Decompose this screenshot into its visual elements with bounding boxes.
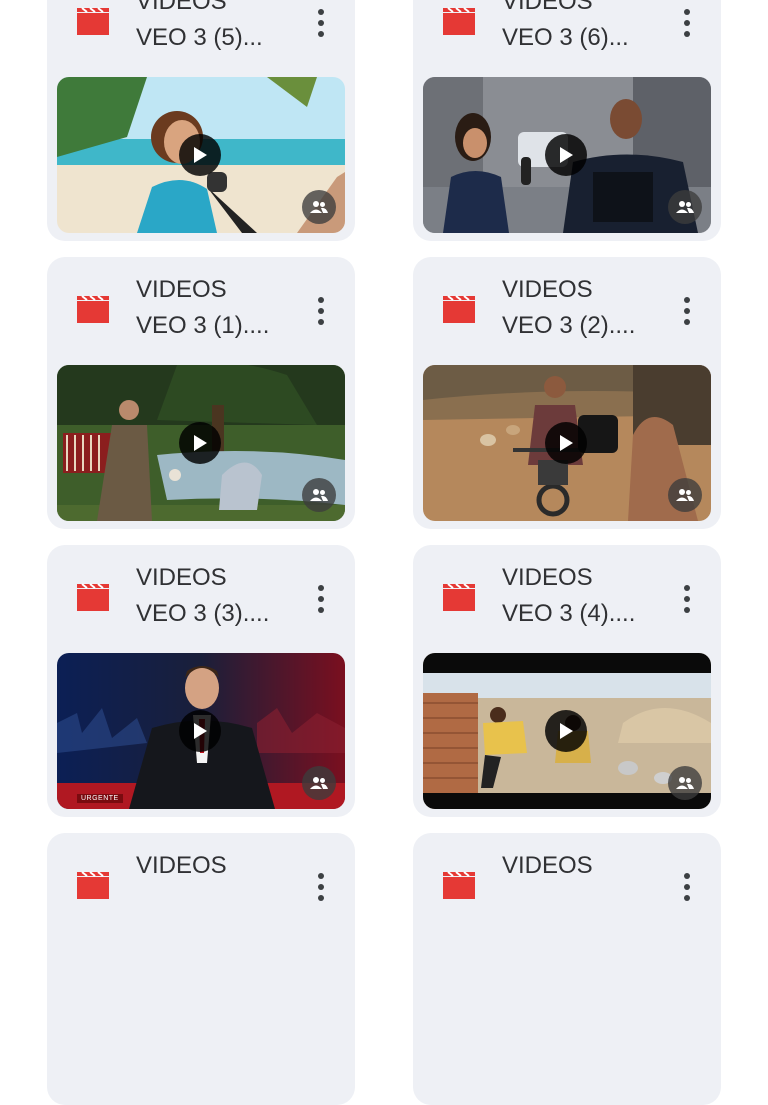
file-card[interactable]: VIDEOS VEO 3 (6)... [413, 0, 721, 241]
video-clapperboard-icon [443, 295, 475, 323]
file-name-line2: VEO 3 (6)... [502, 24, 629, 51]
file-name-line1: VIDEOS [502, 0, 593, 15]
file-name-line1: VIDEOS [136, 0, 227, 15]
file-card-header: VIDEOS [47, 833, 355, 941]
file-card[interactable]: VIDEOS [47, 833, 355, 1105]
file-card[interactable]: VIDEOS VEO 3 (1).... [47, 257, 355, 529]
video-thumbnail[interactable]: URGENTE [57, 653, 345, 809]
video-clapperboard-icon [77, 871, 109, 899]
file-name-line2: VEO 3 (3).... [136, 600, 270, 627]
file-card-header: VIDEOS VEO 3 (1).... [47, 257, 355, 365]
file-name-line2: VEO 3 (5)... [136, 24, 263, 51]
file-name-line1: VIDEOS [136, 564, 227, 591]
video-clapperboard-icon [77, 7, 109, 35]
more-options-icon[interactable] [673, 289, 701, 333]
video-clapperboard-icon [443, 871, 475, 899]
more-options-icon[interactable] [673, 577, 701, 621]
more-options-icon[interactable] [307, 289, 335, 333]
urgent-label: URGENTE [77, 794, 123, 803]
file-card-header: VIDEOS VEO 3 (6)... [413, 0, 721, 77]
file-card[interactable]: VIDEOS VEO 3 (4).... [413, 545, 721, 817]
play-icon[interactable] [545, 134, 587, 176]
shared-people-icon [668, 766, 702, 800]
play-icon[interactable] [545, 422, 587, 464]
shared-people-icon [302, 190, 336, 224]
file-card-header: VIDEOS VEO 3 (5)... [47, 0, 355, 77]
video-thumbnail[interactable] [423, 653, 711, 809]
file-card[interactable]: VIDEOS VEO 3 (2).... [413, 257, 721, 529]
more-options-icon[interactable] [673, 865, 701, 909]
file-card-header: VIDEOS VEO 3 (4).... [413, 545, 721, 653]
video-thumbnail[interactable] [57, 77, 345, 233]
more-options-icon[interactable] [307, 577, 335, 621]
file-card-header: VIDEOS [413, 833, 721, 941]
file-card[interactable]: VIDEOS VEO 3 (3).... URGENTE [47, 545, 355, 817]
file-card-header: VIDEOS VEO 3 (2).... [413, 257, 721, 365]
more-options-icon[interactable] [307, 1, 335, 45]
file-name-line1: VIDEOS [502, 852, 593, 879]
file-name-line2: VEO 3 (2).... [502, 312, 636, 339]
file-card-header: VIDEOS VEO 3 (3).... [47, 545, 355, 653]
shared-people-icon [668, 190, 702, 224]
file-name-line1: VIDEOS [136, 276, 227, 303]
video-clapperboard-icon [77, 583, 109, 611]
shared-people-icon [302, 478, 336, 512]
file-name-line1: VIDEOS [502, 276, 593, 303]
video-clapperboard-icon [77, 295, 109, 323]
shared-people-icon [302, 766, 336, 800]
more-options-icon[interactable] [673, 1, 701, 45]
file-name-line2: VEO 3 (4).... [502, 600, 636, 627]
video-clapperboard-icon [443, 583, 475, 611]
play-icon[interactable] [179, 422, 221, 464]
video-thumbnail[interactable] [423, 77, 711, 233]
play-icon[interactable] [545, 710, 587, 752]
video-thumbnail[interactable] [57, 365, 345, 521]
shared-people-icon [668, 478, 702, 512]
more-options-icon[interactable] [307, 865, 335, 909]
file-name-line1: VIDEOS [502, 564, 593, 591]
file-card[interactable]: VIDEOS [413, 833, 721, 1105]
video-clapperboard-icon [443, 7, 475, 35]
file-name-line1: VIDEOS [136, 852, 227, 879]
play-icon[interactable] [179, 710, 221, 752]
play-icon[interactable] [179, 134, 221, 176]
file-card[interactable]: VIDEOS VEO 3 (5)... [47, 0, 355, 241]
video-thumbnail[interactable] [423, 365, 711, 521]
file-name-line2: VEO 3 (1).... [136, 312, 270, 339]
